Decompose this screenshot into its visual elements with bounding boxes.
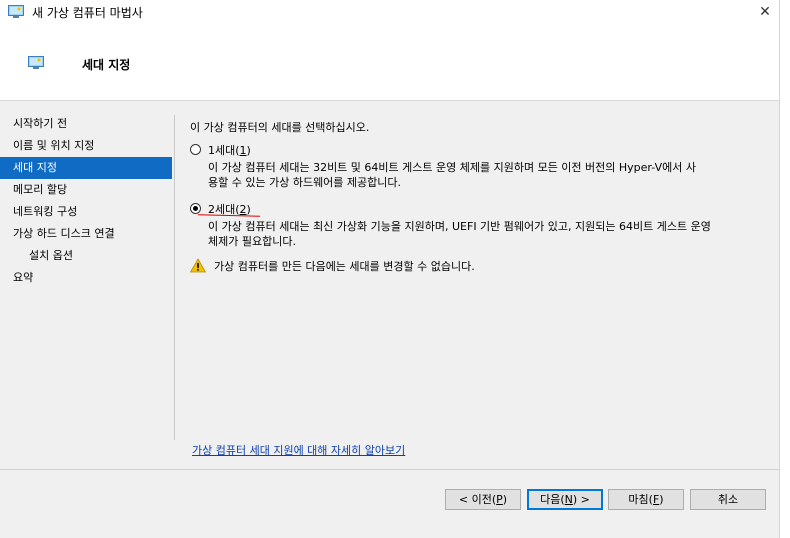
generation-1-description: 이 가상 컴퓨터 세대는 32비트 및 64비트 게스트 운영 체제를 지원하며…	[208, 160, 753, 190]
next-label: 다음(	[540, 493, 565, 506]
finish-label: 마침(	[628, 493, 653, 506]
nav-divider	[174, 115, 175, 440]
previous-button[interactable]: < 이전(P)	[445, 489, 521, 510]
generation-2-description: 이 가상 컴퓨터 세대는 최신 가상화 기능을 지원하며, UEFI 기반 펌웨…	[208, 219, 753, 249]
learn-more-link[interactable]: 가상 컴퓨터 세대 지원에 대해 자세히 알아보기	[192, 442, 405, 458]
finish-label-suffix: )	[659, 493, 664, 506]
generation-2-desc-line2: 체제가 필요합니다.	[208, 235, 296, 248]
generation-2-desc-line1: 이 가상 컴퓨터 세대는 최신 가상화 기능을 지원하며, UEFI 기반 펌웨…	[208, 220, 711, 233]
title-bar: 새 가상 컴퓨터 마법사 ✕	[0, 0, 779, 24]
nav-item-memory[interactable]: 메모리 할당	[0, 179, 172, 201]
generation-1-desc-line2: 용할 수 있는 가상 하드웨어를 제공합니다.	[208, 176, 402, 189]
generation-2-radio[interactable]	[190, 203, 201, 214]
wizard-steps-nav: 시작하기 전 이름 및 위치 지정 세대 지정 메모리 할당 네트워킹 구성 가…	[0, 113, 172, 289]
nav-item-before-you-begin[interactable]: 시작하기 전	[0, 113, 172, 135]
wizard-header: 세대 지정	[0, 24, 779, 101]
generation-1-label-text: 1세대(	[208, 144, 240, 157]
previous-label-suffix: )	[502, 493, 508, 506]
wizard-body: 시작하기 전 이름 및 위치 지정 세대 지정 메모리 할당 네트워킹 구성 가…	[0, 101, 779, 538]
generation-1-radio[interactable]	[190, 144, 201, 155]
generation-1-desc-line1: 이 가상 컴퓨터 세대는 32비트 및 64비트 게스트 운영 체제를 지원하며…	[208, 161, 696, 174]
warning-triangle-icon	[190, 258, 206, 273]
nav-item-summary[interactable]: 요약	[0, 267, 172, 289]
page-title: 세대 지정	[82, 58, 131, 72]
hyperv-vm-icon	[8, 5, 24, 18]
previous-label: < 이전(	[458, 493, 497, 506]
generation-1-accelerator: 1	[239, 144, 247, 157]
generation-warning-text: 가상 컴퓨터를 만든 다음에는 세대를 변경할 수 없습니다.	[214, 260, 475, 273]
hyperv-vm-icon	[28, 56, 44, 69]
nav-item-generation[interactable]: 세대 지정	[0, 157, 172, 179]
generation-1-label-suffix: )	[246, 144, 251, 157]
generation-2-accelerator: 2	[239, 203, 247, 216]
button-area-divider	[0, 469, 779, 470]
finish-button[interactable]: 마침(F)	[608, 489, 684, 510]
window-title: 새 가상 컴퓨터 마법사	[32, 6, 143, 20]
nav-item-name-location[interactable]: 이름 및 위치 지정	[0, 135, 172, 157]
nav-item-install-options[interactable]: 설치 옵션	[0, 245, 172, 267]
nav-item-virtual-disk[interactable]: 가상 하드 디스크 연결	[0, 223, 172, 245]
window-right-edge	[779, 0, 790, 538]
previous-accelerator: P	[496, 493, 503, 506]
nav-item-networking[interactable]: 네트워킹 구성	[0, 201, 172, 223]
cancel-button[interactable]: 취소	[690, 489, 766, 510]
next-label-suffix: ) >	[572, 493, 590, 506]
next-button[interactable]: 다음(N) >	[527, 489, 603, 510]
next-accelerator: N	[564, 493, 573, 506]
generation-1-label[interactable]: 1세대(1)	[208, 142, 251, 158]
generation-prompt: 이 가상 컴퓨터의 세대를 선택하십시오.	[190, 121, 370, 134]
close-icon[interactable]: ✕	[754, 2, 776, 22]
generation-2-label-suffix: )	[246, 203, 251, 216]
